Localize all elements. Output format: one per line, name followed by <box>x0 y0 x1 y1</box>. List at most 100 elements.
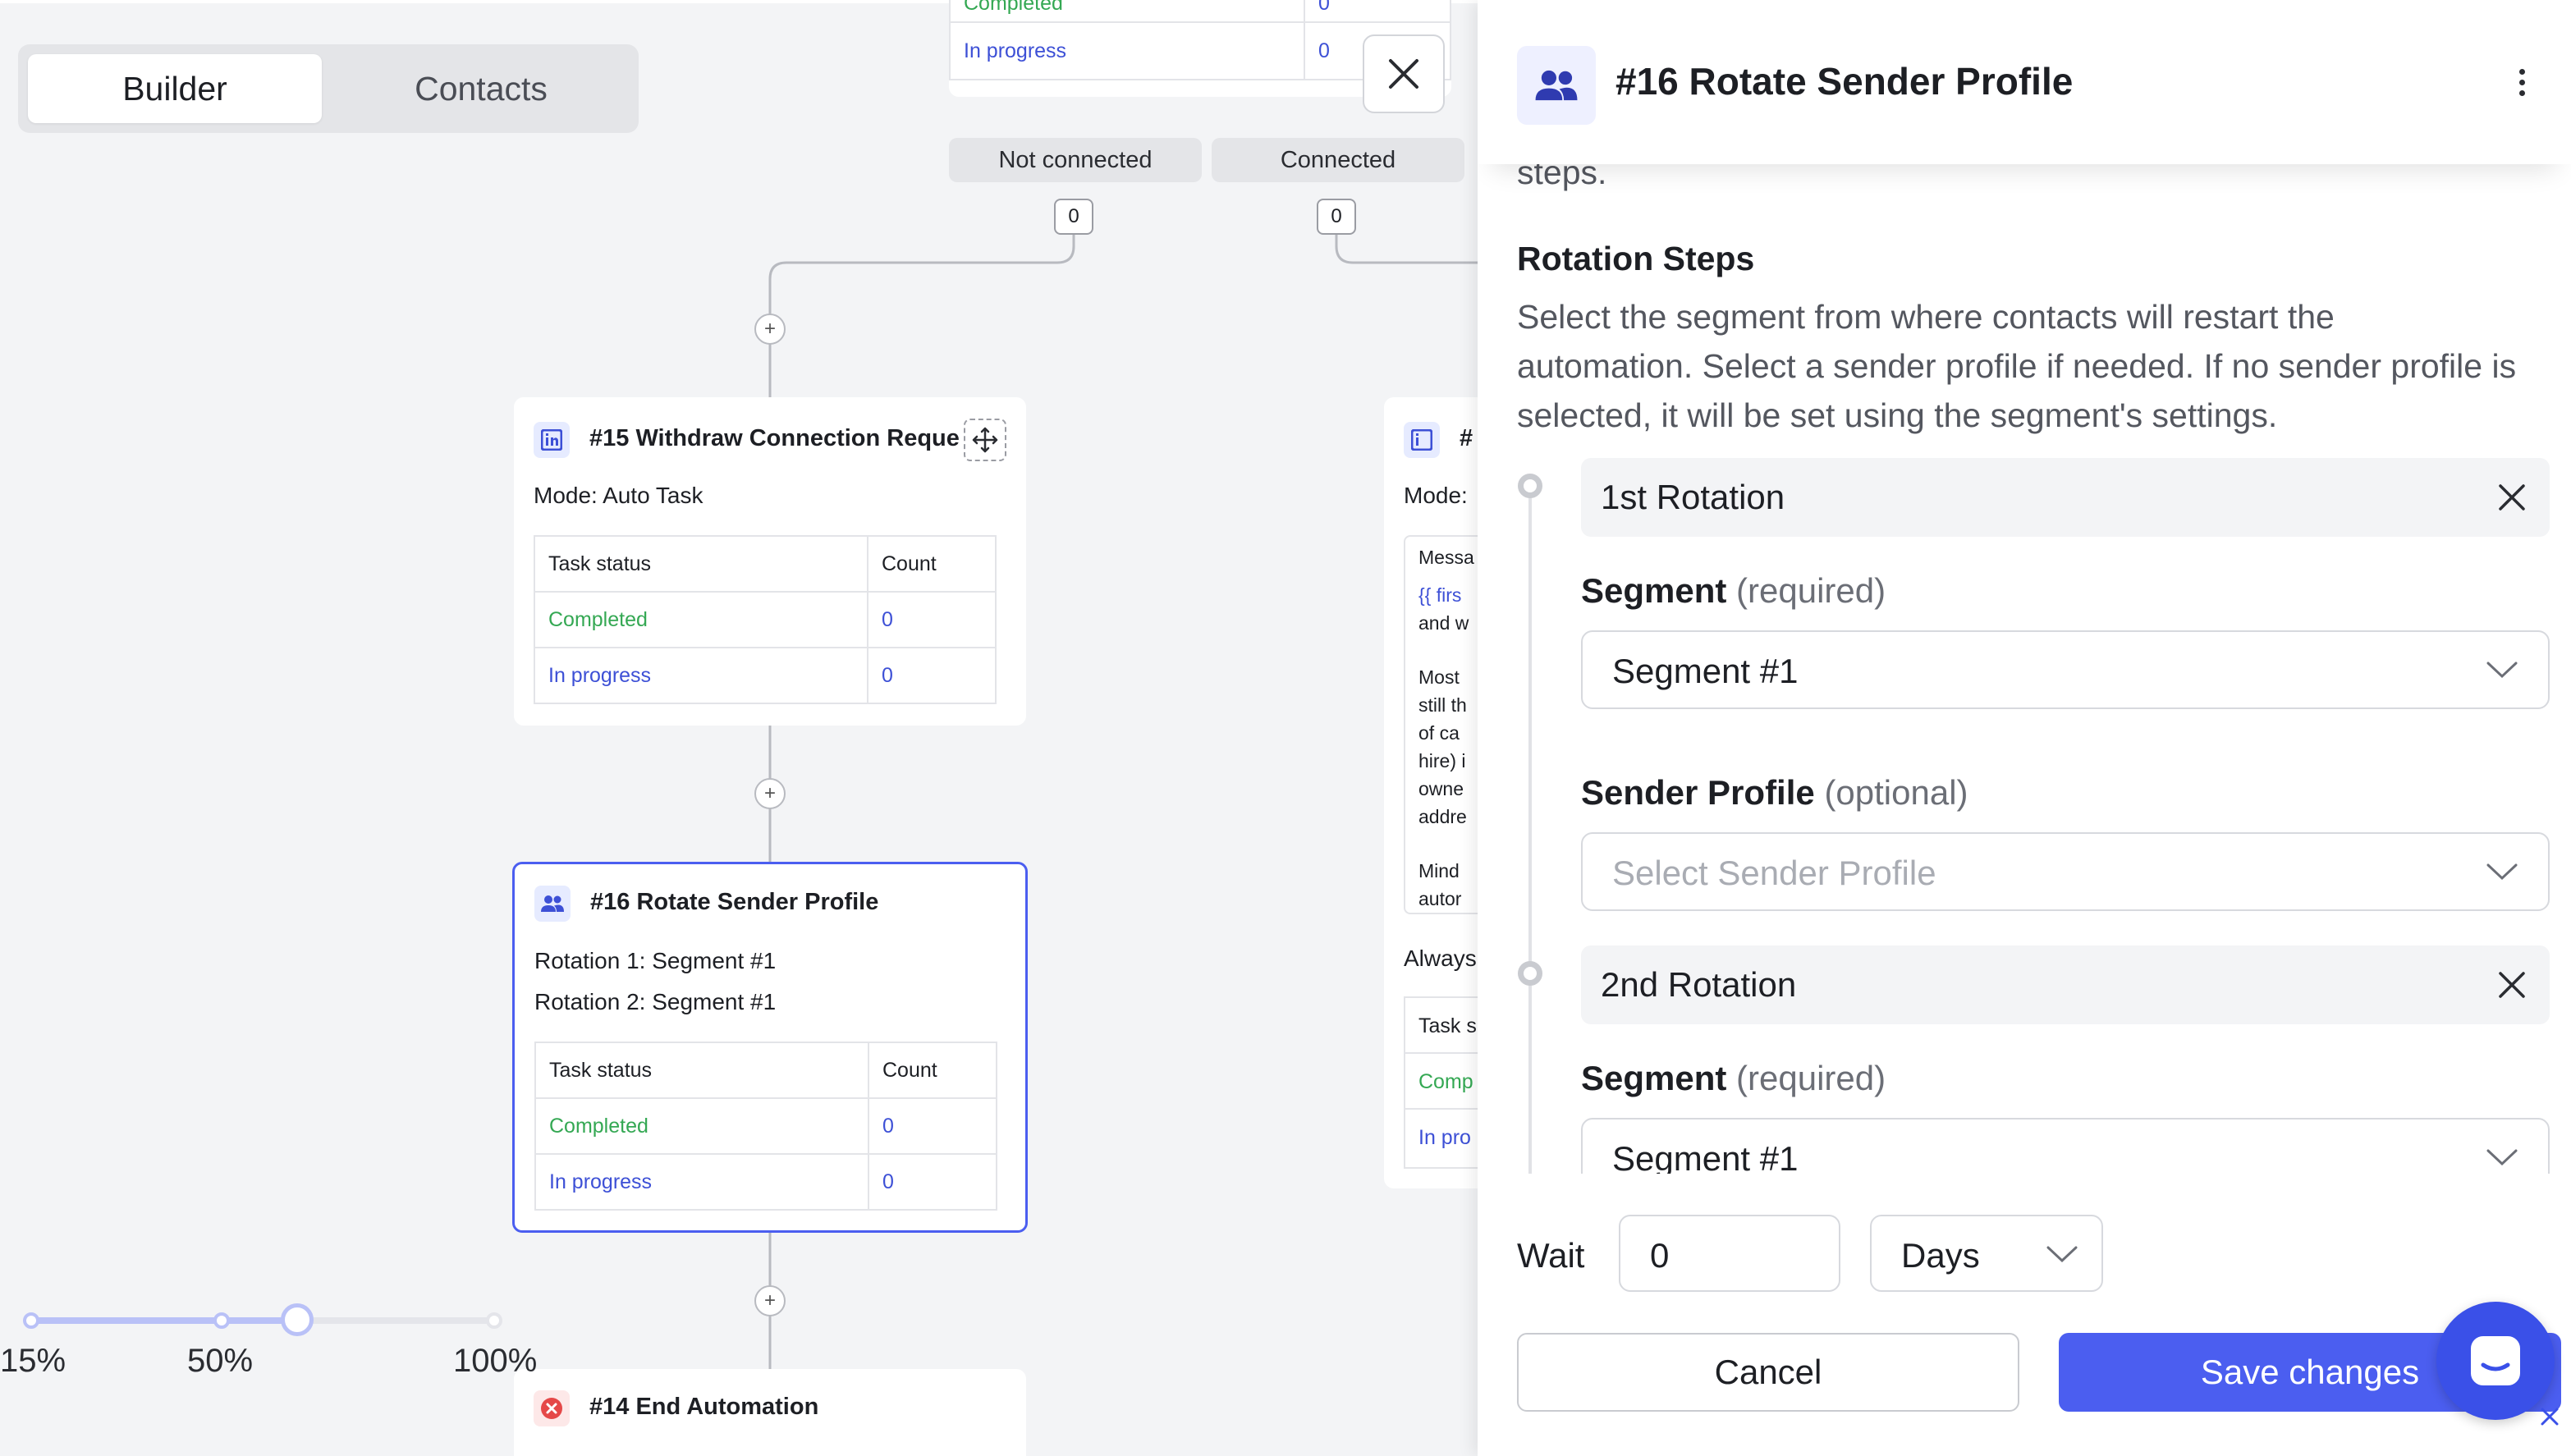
rotation-2-summary: Rotation 2: Segment #1 <box>534 989 776 1015</box>
message-line: owne <box>1418 778 1464 799</box>
header-task-status: Task status <box>534 1042 869 1099</box>
segment-label: Segment (required) <box>1581 571 1886 611</box>
message-line: Most <box>1418 666 1460 688</box>
mode-label: Mode: <box>534 483 603 508</box>
drag-handle[interactable] <box>964 419 1006 461</box>
zoom-label-15: 15% <box>0 1343 66 1379</box>
chat-icon <box>2471 1336 2520 1385</box>
zoom-stop[interactable] <box>23 1312 39 1329</box>
node-title: #14 End Automation <box>589 1394 819 1420</box>
message-line: and w <box>1418 612 1469 634</box>
wait-amount-input[interactable]: 0 <box>1619 1215 1840 1292</box>
status-in-progress: In progress <box>534 647 868 704</box>
message-line: Messa <box>1418 547 1474 568</box>
node-title: #15 Withdraw Connection Reque <box>589 425 960 451</box>
more-options-button[interactable] <box>2499 59 2545 105</box>
sender-profile-label: Sender Profile (optional) <box>1581 773 1968 813</box>
zoom-label-100: 100% <box>453 1343 538 1379</box>
add-step-button[interactable]: + <box>754 778 786 809</box>
dismiss-chat-button[interactable] <box>2538 1405 2561 1428</box>
task-status-table: Task status Count Completed 0 In progress 0 <box>534 1042 997 1211</box>
wait-label: Wait <box>1517 1236 1585 1275</box>
status-completed: Completed <box>534 591 868 648</box>
zoom-stop[interactable] <box>486 1312 502 1329</box>
rotation-title: 1st Rotation <box>1601 478 1785 516</box>
kebab-dot <box>2518 79 2525 85</box>
message-preview: Messa {{ firs and w Most still th of ca … <box>1404 535 1478 914</box>
zoom-label-50: 50% <box>187 1343 254 1379</box>
connector-lines <box>768 235 1478 1369</box>
linkedin-icon <box>534 422 570 458</box>
wait-unit-select[interactable]: Days <box>1870 1215 2103 1292</box>
label-text: Segment <box>1581 1059 1727 1097</box>
message-line: {{ firs <box>1418 584 1462 606</box>
rotation-value: Segment #1 <box>652 989 777 1014</box>
rotation-steps-description: Select the segment from where contacts w… <box>1517 298 2517 434</box>
chevron-down-icon <box>2486 662 2518 679</box>
move-icon <box>972 427 998 453</box>
message-line: autor <box>1418 888 1462 909</box>
count-in-progress: 0 <box>867 647 997 704</box>
panel-footer: Wait 0 Days Cancel Save changes <box>1478 1174 2571 1456</box>
node-withdraw-connection[interactable]: #15 Withdraw Connection Reque Mode: Auto… <box>514 397 1026 726</box>
select-placeholder: Select Sender Profile <box>1612 854 1936 892</box>
users-icon <box>534 886 571 922</box>
rotation-2-header: 2nd Rotation <box>1581 945 2550 1024</box>
zoom-stop[interactable] <box>213 1312 230 1329</box>
add-step-button[interactable]: + <box>754 1285 786 1316</box>
node-mode: Mode: <box>1404 483 1468 508</box>
node-partial-message[interactable]: # Mode: Messa {{ firs and w Most still t… <box>1384 397 1478 1188</box>
zoom-thumb[interactable] <box>281 1303 314 1336</box>
label-hint: (required) <box>1736 1059 1886 1097</box>
chevron-down-icon <box>2486 1149 2518 1166</box>
header-count: Count <box>867 535 997 593</box>
zoom-slider[interactable] <box>23 1303 502 1336</box>
add-step-button[interactable]: + <box>754 314 786 345</box>
node-title: # <box>1460 425 1473 451</box>
close-icon <box>2499 484 2525 511</box>
rotation-title: 2nd Rotation <box>1601 965 1797 1004</box>
node-mode: Mode: Auto Task <box>534 483 703 509</box>
label-text: Segment <box>1581 571 1727 610</box>
timeline-dot <box>1518 961 1542 986</box>
close-icon <box>2541 1408 2559 1426</box>
kebab-dot <box>2518 68 2525 75</box>
send-condition: Always <box>1404 945 1477 971</box>
message-line: Mind <box>1418 860 1460 881</box>
panel-title: #16 Rotate Sender Profile <box>1615 60 2074 103</box>
segment-select[interactable]: Segment #1 <box>1581 630 2550 709</box>
cancel-button[interactable]: Cancel <box>1517 1333 2019 1412</box>
wait-amount-value: 0 <box>1650 1236 1670 1275</box>
rotation-steps-title: Rotation Steps <box>1517 240 1755 277</box>
sender-profile-select[interactable]: Select Sender Profile <box>1581 832 2550 911</box>
panel-scroll-area[interactable]: steps. Rotation Steps Select the segment… <box>1478 148 2571 1174</box>
count-in-progress: 0 <box>868 1153 997 1211</box>
status-in-progress: In progress <box>534 1153 869 1211</box>
users-icon <box>1517 46 1596 125</box>
remove-rotation-button[interactable] <box>2491 964 2533 1006</box>
zoom-track-fill <box>30 1317 298 1324</box>
timeline-dot <box>1518 474 1542 498</box>
node-end-automation[interactable]: #14 End Automation <box>514 1369 1026 1456</box>
select-value: Segment #1 <box>1612 652 1799 690</box>
rotation-value: Segment #1 <box>652 948 777 973</box>
chevron-down-icon <box>2046 1246 2078 1263</box>
task-status-table: Task status Count Completed 0 In progress 0 <box>534 535 997 704</box>
rotation-label: Rotation 1: <box>534 948 653 973</box>
chat-widget-button[interactable] <box>2436 1302 2555 1420</box>
count-completed: 0 <box>868 1097 997 1155</box>
rotation-label: Rotation 2: <box>534 989 653 1014</box>
panel-header: #16 Rotate Sender Profile <box>1478 0 2571 164</box>
remove-rotation-button[interactable] <box>2491 476 2533 519</box>
close-icon <box>2499 972 2525 998</box>
header-task-status: Task status <box>534 535 868 593</box>
node-title: #16 Rotate Sender Profile <box>590 889 879 915</box>
mode-value: Auto Task <box>603 483 703 508</box>
timeline-line <box>1528 492 1532 1174</box>
status-completed: Comp <box>1405 1054 1478 1110</box>
segment-select[interactable]: Segment #1 <box>1581 1118 2550 1174</box>
workflow-canvas[interactable]: Builder Contacts Completed 0 In progress… <box>0 0 1478 1456</box>
kebab-dot <box>2518 89 2525 96</box>
label-text: Sender Profile <box>1581 773 1815 812</box>
node-rotate-sender-profile[interactable]: #16 Rotate Sender Profile Rotation 1: Se… <box>512 862 1028 1233</box>
